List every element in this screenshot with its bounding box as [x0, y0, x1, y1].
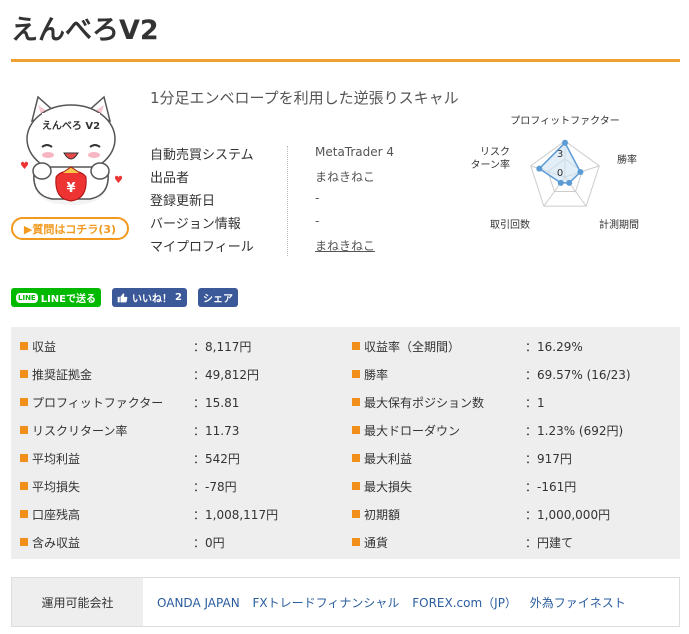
radar-point [562, 139, 568, 146]
svg-text:♥: ♥ [20, 161, 29, 172]
page-title: えんべろV2 [11, 15, 159, 46]
stat-key: 口座残高 [32, 508, 81, 522]
broker-link[interactable]: 外為ファイネスト [530, 596, 626, 610]
stat-value: ：1 [525, 396, 545, 410]
line-share-button[interactable]: LINE LINEで送る [11, 288, 102, 307]
info-value: まねきねこ [315, 170, 376, 184]
info-value: MetaTrader 4 [315, 145, 395, 159]
like-label: いいね！ [132, 294, 172, 305]
info-label: 出品者 [150, 171, 190, 186]
bullet-square-icon [352, 370, 360, 378]
radar-axis-label-risk-return-line2: ターン率 [471, 158, 511, 171]
stat-value: ：49,812円 [193, 368, 259, 382]
like-count: 2 [175, 292, 182, 303]
bullet-square-icon [352, 510, 360, 518]
bullet-square-icon [20, 510, 28, 518]
radar-axis-label-period: 計測期間 [599, 218, 639, 231]
stat-key: 勝率 [364, 368, 389, 382]
radar-axis-label-trades: 取引回数 [490, 218, 530, 231]
coin-symbol: ¥ [66, 181, 75, 196]
stat-key: 初期額 [364, 508, 401, 522]
bullet-square-icon [20, 426, 28, 434]
mascot-cat-image: えんべろ V2 ¥ ♥ ♥ [20, 95, 123, 205]
info-label: 自動売買システム [150, 148, 254, 163]
stat-value: ：0円 [193, 536, 225, 550]
stat-value: ：15.81 [193, 396, 240, 410]
bullet-square-icon [20, 342, 28, 350]
bullet-square-icon [352, 482, 360, 490]
radar-axis-label-risk-return-line1: リスク [480, 146, 510, 158]
line-share-label: LINEで送る [40, 294, 97, 305]
radar-axis-label-win-rate: 勝率 [617, 153, 637, 166]
radar-axis-label-profit-factor: プロフィットファクター [510, 115, 619, 127]
product-description: 1分足エンベロープを利用した逆張りスキャル [150, 89, 459, 107]
radar-point [566, 179, 573, 186]
info-value: - [315, 191, 320, 205]
broker-link[interactable]: OANDA JAPAN [157, 596, 240, 610]
mascot-sign-text: えんべろ V2 [42, 120, 100, 132]
stat-key: 推奨証拠金 [32, 368, 93, 382]
stat-value: ：1.23% (692円) [525, 424, 624, 438]
stat-key: 最大保有ポジション数 [364, 396, 485, 410]
bullet-square-icon [352, 426, 360, 434]
stat-value: ：円建て [525, 536, 574, 550]
profile-link[interactable]: まねきねこ [315, 237, 375, 254]
radar-point [577, 168, 584, 175]
stat-value: ：11.73 [193, 424, 240, 438]
info-label: 登録更新日 [150, 194, 216, 209]
bullet-square-icon [20, 482, 28, 490]
bullet-square-icon [352, 398, 360, 406]
stat-key: リスクリターン率 [32, 424, 128, 438]
facebook-like-button[interactable]: いいね！ 2 [112, 288, 187, 307]
radar-chart: プロフィットファクター 勝率 計測期間 取引回数 リスク ターン率 3 0 [471, 115, 640, 231]
bullet-square-icon [352, 454, 360, 462]
stat-value: ：-161円 [525, 480, 577, 494]
thumbs-up-icon [117, 293, 128, 303]
radar-scale-max: 3 [557, 149, 563, 160]
bullet-square-icon [20, 454, 28, 462]
svg-text:♥: ♥ [114, 175, 123, 186]
line-icon: LINE [16, 292, 38, 303]
stat-key: 収益率（全期間） [364, 340, 461, 354]
bullet-square-icon [20, 398, 28, 406]
radar-scale-min: 0 [557, 168, 563, 179]
info-label: マイプロフィール [150, 240, 254, 255]
stat-value: ：69.57% (16/23) [525, 368, 631, 382]
stat-key: 平均損失 [32, 480, 81, 494]
broker-link[interactable]: FOREX.com（JP） [412, 596, 517, 610]
info-label: バージョン情報 [150, 217, 241, 232]
stat-value: ：-78円 [193, 480, 237, 494]
stats-panel: 収益 ：8,117円 推奨証拠金 ：49,812円 プロフィットファクター ：15.8… [11, 327, 680, 559]
stat-value: ：917円 [525, 452, 572, 466]
stat-key: プロフィットファクター [32, 396, 164, 410]
stat-key: 最大損失 [364, 480, 413, 494]
stat-value: ：16.29% [525, 340, 583, 354]
title-divider [11, 59, 680, 62]
brokers-header: 運用可能会社 [12, 578, 143, 626]
supported-brokers-table: 運用可能会社 OANDA JAPAN FXトレードフィナンシャル FOREX.c… [11, 577, 680, 627]
bullet-square-icon [352, 538, 360, 546]
bullet-square-icon [20, 370, 28, 378]
info-divider [287, 146, 288, 256]
stat-value: ：8,117円 [193, 340, 252, 354]
stat-key: 収益 [32, 340, 57, 354]
radar-point [536, 165, 543, 172]
stat-value: ：542円 [193, 452, 240, 466]
bullet-square-icon [20, 538, 28, 546]
stat-key: 最大ドローダウン [364, 424, 461, 438]
bullet-square-icon [352, 342, 360, 350]
brokers-list: OANDA JAPAN FXトレードフィナンシャル FOREX.com（JP） … [157, 594, 635, 611]
stat-key: 含み収益 [32, 536, 81, 550]
stat-key: 平均利益 [32, 452, 81, 466]
radar-point [557, 179, 564, 186]
info-value: - [315, 214, 320, 228]
stat-value: ：1,000,000円 [525, 508, 611, 522]
broker-link[interactable]: FXトレードフィナンシャル [253, 596, 400, 610]
stat-value: ：1,008,117円 [193, 508, 279, 522]
stat-key: 最大利益 [364, 452, 413, 466]
ask-question-button[interactable]: ▶質問はコチラ(3) [11, 217, 129, 240]
stat-key: 通貨 [364, 536, 389, 550]
facebook-share-button[interactable]: シェア [198, 288, 238, 307]
